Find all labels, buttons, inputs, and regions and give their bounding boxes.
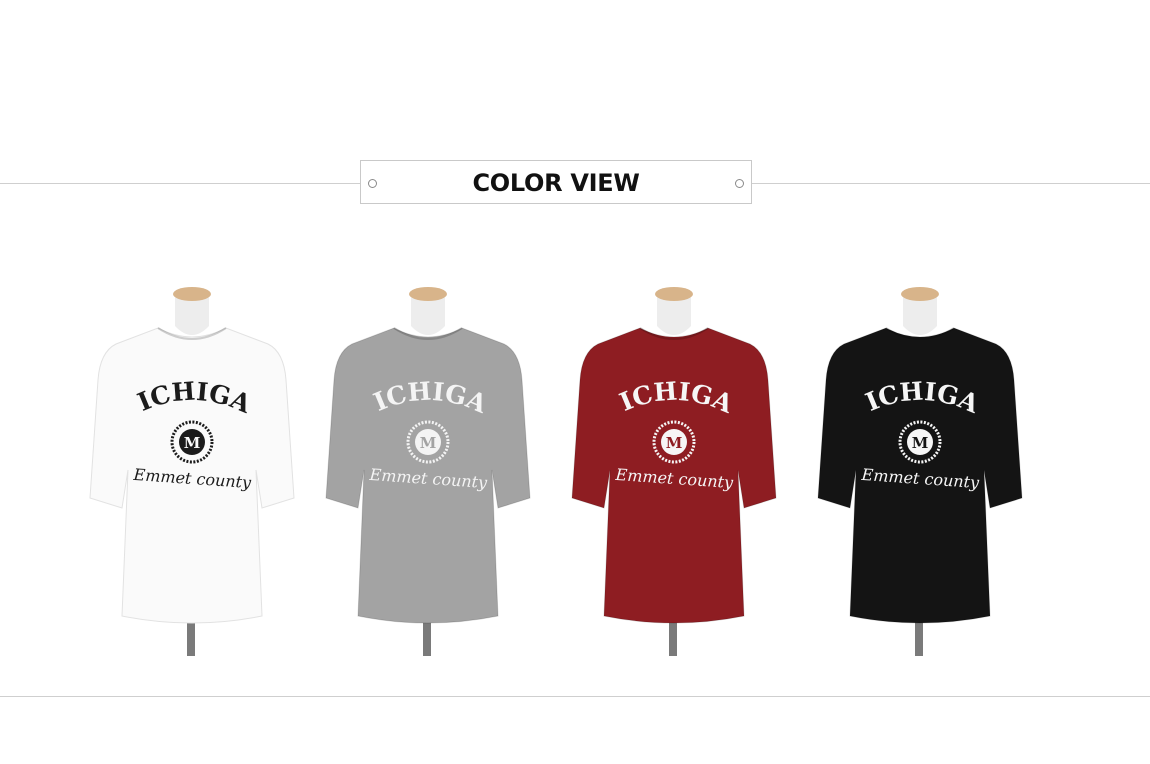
- print-monogram: M: [184, 434, 201, 452]
- mannequin-neck-cap: [655, 287, 693, 301]
- tee-on-mannequin: MICHIGANMEmmet county: [294, 247, 531, 656]
- mannequin-neck-cap: [173, 287, 211, 301]
- product-image-grey-tee[interactable]: MICHIGAN M Emmet county: [294, 247, 548, 660]
- tee-on-mannequin: MICHIGANMEmmet county: [540, 247, 777, 656]
- print-monogram: M: [912, 434, 929, 452]
- section-title: COLOR VIEW: [472, 169, 640, 197]
- mannequin-neck-cap: [901, 287, 939, 301]
- tee-on-mannequin: MICHIGANMEmmet county: [786, 247, 1023, 656]
- product-image-burgundy-tee[interactable]: MICHIGAN M Emmet county: [540, 247, 794, 660]
- tee-on-mannequin: MICHIGANMEmmet county: [58, 247, 295, 656]
- print-monogram: M: [666, 434, 683, 452]
- product-image-white-tee[interactable]: MICHIGAN M Emmet county: [58, 247, 312, 660]
- divider-bottom: [0, 696, 1150, 697]
- color-view-title-box: COLOR VIEW: [360, 160, 752, 204]
- circle-ornament-icon: [735, 179, 744, 188]
- product-image-black-tee[interactable]: MICHIGAN M Emmet county: [786, 247, 1040, 660]
- mannequin-neck-cap: [409, 287, 447, 301]
- print-monogram: M: [420, 434, 437, 452]
